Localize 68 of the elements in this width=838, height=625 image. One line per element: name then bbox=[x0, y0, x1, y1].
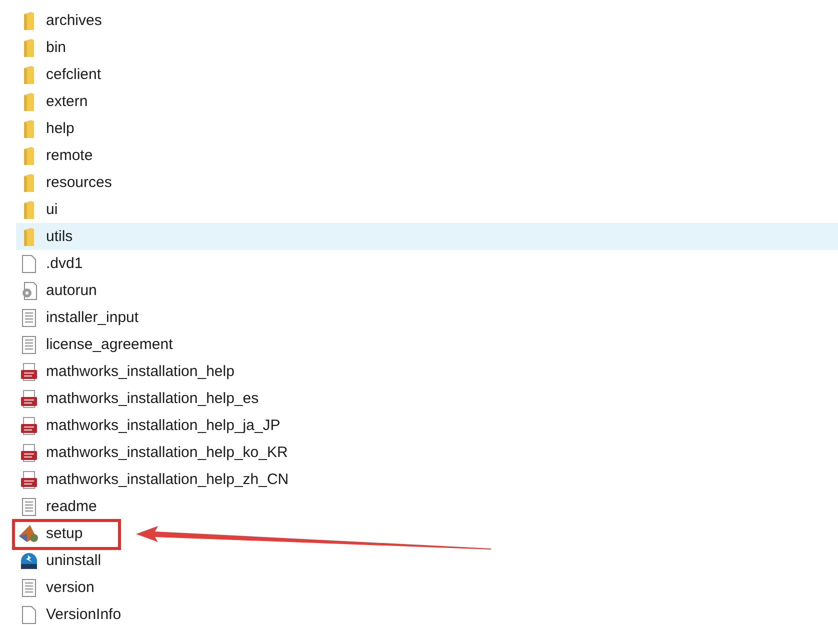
file-row[interactable]: autorun bbox=[16, 277, 838, 304]
folder-icon bbox=[24, 12, 34, 30]
file-name: .dvd1 bbox=[46, 255, 83, 272]
folder-icon bbox=[24, 174, 34, 192]
file-row[interactable]: VersionInfo bbox=[16, 601, 838, 625]
file-row[interactable]: mathworks_installation_help_es bbox=[16, 385, 838, 412]
file-name: mathworks_installation_help_ko_KR bbox=[46, 444, 288, 461]
file-name: bin bbox=[46, 39, 66, 56]
file-name: help bbox=[46, 120, 74, 137]
file-row[interactable]: license_agreement bbox=[16, 331, 838, 358]
file-row[interactable]: .dvd1 bbox=[16, 250, 838, 277]
file-row[interactable]: installer_input bbox=[16, 304, 838, 331]
file-name: resources bbox=[46, 174, 112, 191]
cone-app-icon bbox=[19, 524, 39, 542]
file-row[interactable]: setup bbox=[16, 520, 838, 547]
file-name: utils bbox=[46, 228, 73, 245]
file-name: installer_input bbox=[46, 309, 139, 326]
file-name: version bbox=[46, 579, 94, 596]
file-name: mathworks_installation_help_ja_JP bbox=[46, 417, 280, 434]
pdf-icon bbox=[21, 444, 37, 462]
pdf-icon bbox=[21, 390, 37, 408]
file-row[interactable]: uninstall bbox=[16, 547, 838, 574]
file-row[interactable]: extern bbox=[16, 88, 838, 115]
file-row[interactable]: bin bbox=[16, 34, 838, 61]
file-name: autorun bbox=[46, 282, 97, 299]
file-row[interactable]: help bbox=[16, 115, 838, 142]
folder-icon bbox=[24, 228, 34, 246]
file-row[interactable]: remote bbox=[16, 142, 838, 169]
file-row[interactable]: mathworks_installation_help bbox=[16, 358, 838, 385]
pdf-icon bbox=[21, 470, 37, 488]
file-name: extern bbox=[46, 93, 88, 110]
folder-icon bbox=[24, 146, 34, 164]
file-row[interactable]: cefclient bbox=[16, 61, 838, 88]
text-file-icon bbox=[22, 336, 36, 354]
file-row[interactable]: resources bbox=[16, 169, 838, 196]
file-row[interactable]: utils bbox=[16, 223, 838, 250]
file-row[interactable]: mathworks_installation_help_zh_CN bbox=[16, 466, 838, 493]
folder-icon bbox=[24, 38, 34, 56]
file-row[interactable]: mathworks_installation_help_ja_JP bbox=[16, 412, 838, 439]
file-row[interactable]: mathworks_installation_help_ko_KR bbox=[16, 439, 838, 466]
file-name: remote bbox=[46, 147, 93, 164]
zip-app-icon bbox=[20, 552, 38, 570]
file-name: cefclient bbox=[46, 66, 102, 83]
file-icon bbox=[22, 254, 36, 272]
folder-icon bbox=[24, 200, 34, 218]
file-name: mathworks_installation_help bbox=[46, 363, 234, 380]
file-name: VersionInfo bbox=[46, 606, 122, 623]
file-row[interactable]: readme bbox=[16, 493, 838, 520]
gear-file-icon bbox=[21, 282, 37, 300]
text-file-icon bbox=[22, 578, 36, 596]
file-name: setup bbox=[46, 525, 83, 542]
file-name: ui bbox=[46, 201, 58, 218]
file-name: uninstall bbox=[46, 552, 102, 569]
file-row[interactable]: ui bbox=[16, 196, 838, 223]
file-name: readme bbox=[46, 498, 97, 515]
file-row[interactable]: archives bbox=[16, 7, 838, 34]
text-file-icon bbox=[22, 498, 36, 516]
file-row[interactable]: version bbox=[16, 574, 838, 601]
folder-icon bbox=[24, 92, 34, 110]
file-name: mathworks_installation_help_es bbox=[46, 390, 259, 407]
file-name: archives bbox=[46, 12, 102, 29]
pdf-icon bbox=[21, 416, 37, 434]
folder-icon bbox=[24, 66, 34, 84]
folder-icon bbox=[24, 120, 34, 138]
file-name: mathworks_installation_help_zh_CN bbox=[46, 471, 289, 488]
pdf-icon bbox=[21, 362, 37, 380]
text-file-icon bbox=[22, 308, 36, 326]
file-name: license_agreement bbox=[46, 336, 173, 353]
